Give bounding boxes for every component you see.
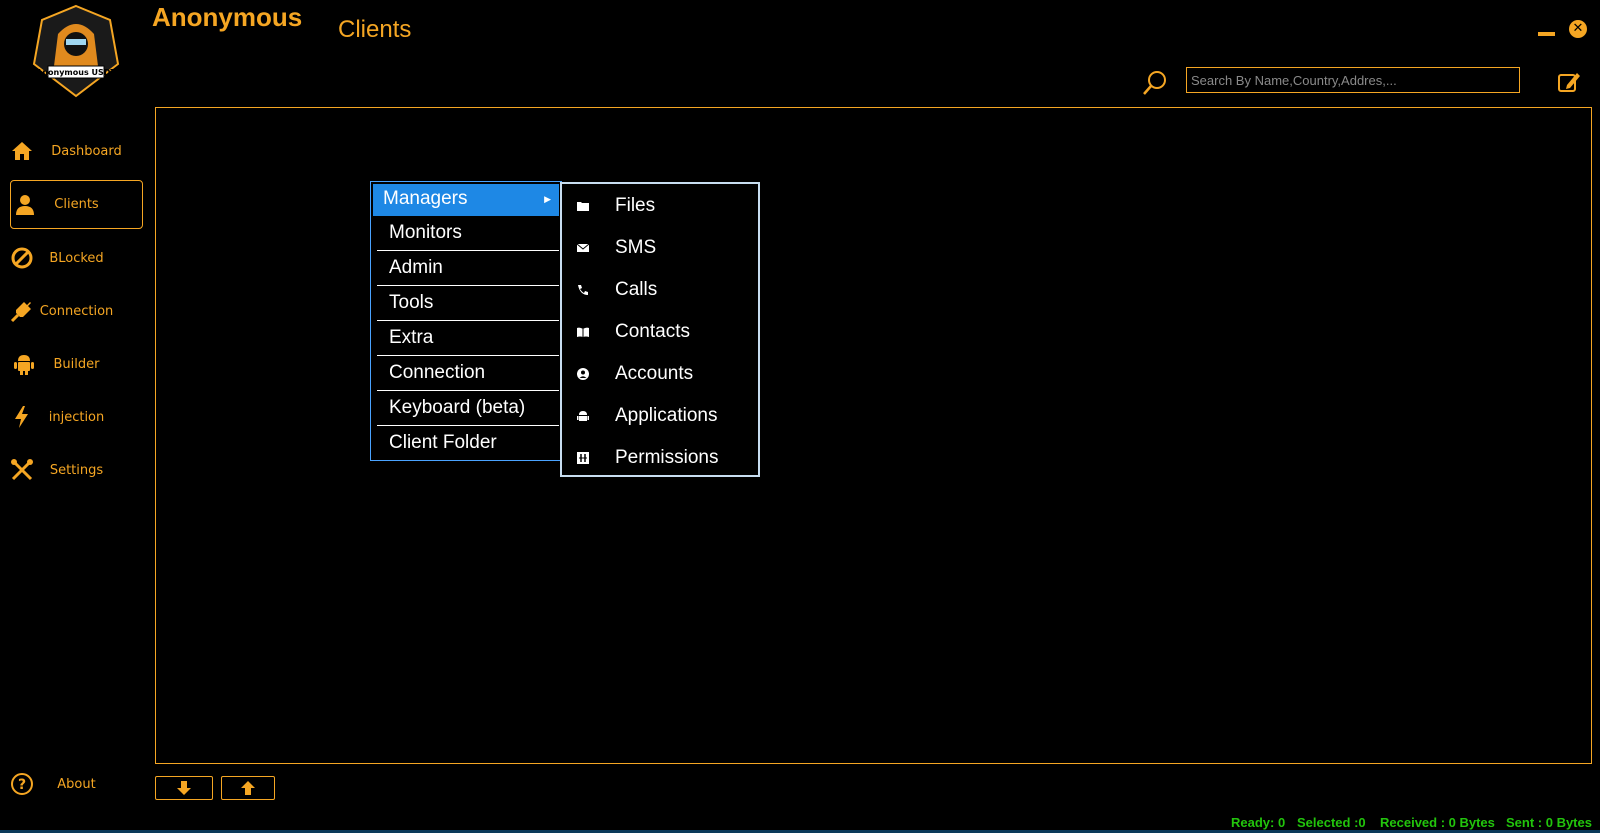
submenu-item-accounts[interactable]: Accounts bbox=[562, 355, 758, 395]
sidebar-item-injection[interactable]: injection bbox=[10, 393, 143, 441]
scroll-down-button[interactable] bbox=[155, 776, 213, 800]
submenu-item-contacts[interactable]: Contacts bbox=[562, 313, 758, 353]
status-ready: Ready: 0 bbox=[1231, 815, 1286, 830]
svg-text:Anonymous USDT: Anonymous USDT bbox=[36, 68, 116, 77]
submenu-arrow-icon: ▶ bbox=[544, 194, 551, 204]
menu-item-monitors[interactable]: Monitors bbox=[377, 218, 559, 251]
sidebar-item-label: BLocked bbox=[49, 250, 104, 266]
sidebar-item-label: injection bbox=[48, 409, 105, 425]
close-button[interactable]: ✕ bbox=[1569, 20, 1587, 38]
arrow-down-icon bbox=[177, 781, 191, 795]
sidebar-item-about[interactable]: ? About bbox=[10, 760, 143, 808]
account-icon bbox=[577, 368, 589, 380]
search-icon[interactable] bbox=[1142, 70, 1168, 96]
sidebar-item-label: Dashboard bbox=[51, 143, 122, 159]
sidebar-item-label: Builder bbox=[53, 356, 100, 372]
menu-item-tools[interactable]: Tools bbox=[377, 288, 559, 321]
envelope-icon bbox=[576, 243, 590, 252]
status-sent: Sent : 0 Bytes bbox=[1506, 815, 1592, 830]
app-title: Anonymous bbox=[152, 2, 303, 32]
edit-icon[interactable] bbox=[1557, 70, 1581, 94]
sidebar-item-label: About bbox=[57, 776, 96, 792]
folder-icon bbox=[577, 202, 589, 211]
menu-item-extra[interactable]: Extra bbox=[377, 323, 559, 356]
menu-item-managers[interactable]: Managers ▶ bbox=[373, 184, 559, 216]
minimize-button[interactable] bbox=[1538, 32, 1555, 36]
context-menu: Managers ▶ Monitors Admin Tools Extra Co… bbox=[370, 181, 562, 461]
submenu-item-files[interactable]: Files bbox=[562, 187, 758, 227]
sidebar-item-builder[interactable]: Builder bbox=[10, 340, 143, 388]
managers-submenu: Files SMS Calls Contacts Accounts Applic… bbox=[560, 182, 760, 477]
sidebar-item-label: Connection bbox=[39, 303, 114, 319]
menu-item-keyboard[interactable]: Keyboard (beta) bbox=[377, 393, 559, 426]
submenu-item-sms[interactable]: SMS bbox=[562, 229, 758, 269]
status-received: Received : 0 Bytes bbox=[1380, 815, 1495, 830]
menu-item-admin[interactable]: Admin bbox=[377, 253, 559, 286]
book-icon bbox=[577, 327, 589, 337]
sidebar-item-blocked[interactable]: BLocked bbox=[10, 234, 143, 282]
phone-icon bbox=[578, 285, 588, 295]
submenu-item-permissions[interactable]: Permissions bbox=[562, 439, 758, 479]
android-icon bbox=[577, 411, 589, 421]
status-selected: Selected :0 bbox=[1297, 815, 1366, 830]
grid-icon bbox=[577, 452, 589, 464]
sidebar-item-dashboard[interactable]: Dashboard bbox=[10, 127, 143, 175]
sidebar-item-label: Settings bbox=[49, 462, 104, 478]
sidebar-item-label: Clients bbox=[54, 197, 99, 212]
submenu-item-calls[interactable]: Calls bbox=[562, 271, 758, 311]
submenu-item-applications[interactable]: Applications bbox=[562, 397, 758, 437]
app-logo: Anonymous USDT bbox=[32, 4, 120, 98]
scroll-up-button[interactable] bbox=[221, 776, 275, 800]
menu-item-connection[interactable]: Connection bbox=[377, 358, 559, 391]
search-input[interactable] bbox=[1186, 67, 1520, 93]
arrow-up-icon bbox=[241, 781, 255, 795]
sidebar-item-connection[interactable]: Connection bbox=[10, 287, 143, 335]
page-title: Clients bbox=[338, 16, 412, 43]
sidebar-item-settings[interactable]: Settings bbox=[10, 446, 143, 494]
sidebar-item-clients[interactable]: Clients bbox=[10, 180, 143, 229]
menu-item-client-folder[interactable]: Client Folder bbox=[377, 428, 559, 460]
